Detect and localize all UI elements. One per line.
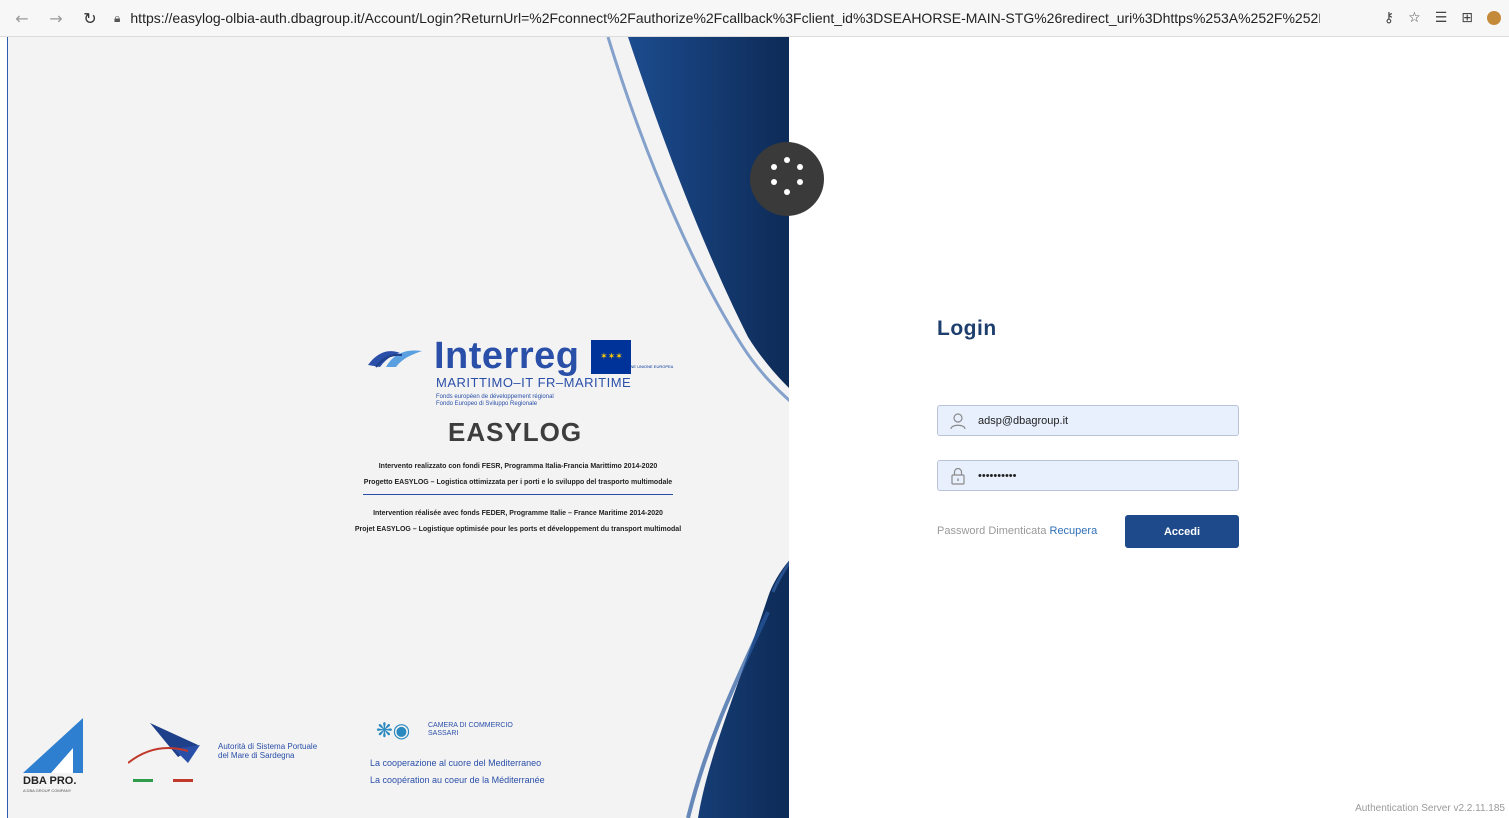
- login-title: Login: [937, 317, 997, 340]
- project-line-fr-2: Projet EASYLOG – Logistique optimisée po…: [354, 526, 682, 533]
- collections-icon[interactable]: ⊞: [1461, 10, 1473, 26]
- cooperation-it: La cooperazione al cuore del Mediterrane…: [370, 758, 542, 768]
- project-line-it-2: Progetto EASYLOG – Logistica ottimizzata…: [363, 479, 673, 486]
- forgot-password-text: Password Dimenticata: [937, 525, 1047, 537]
- dba-logo-icon: [23, 718, 83, 773]
- password-input[interactable]: [978, 469, 1228, 482]
- browser-toolbar: ← → ↻ 🔒︎ https://easylog-olbia-auth.dbag…: [0, 0, 1509, 37]
- url-text[interactable]: https://easylog-olbia-auth.dbagroup.it/A…: [130, 10, 1320, 26]
- project-line-fr-1: Intervention réalisée avec fonds FEDER, …: [373, 510, 663, 517]
- back-icon[interactable]: ←: [10, 6, 34, 30]
- login-page: Interreg ✶✶✶ UNION EUROPÉENNE UNIONE EUR…: [0, 37, 1509, 818]
- spinner-dot: [771, 164, 777, 170]
- chamber-line2: SASSARI: [428, 730, 459, 737]
- password-field[interactable]: [937, 460, 1239, 491]
- padlock-icon: [938, 460, 978, 491]
- fund-it: Fondo Europeo di Sviluppo Regionale: [436, 401, 538, 407]
- chamber-line1: CAMERA DI COMMERCIO: [428, 722, 513, 729]
- interreg-swoosh-icon: [368, 350, 422, 368]
- profile-avatar[interactable]: [1487, 11, 1501, 25]
- favorites-icon[interactable]: ☰: [1435, 10, 1448, 26]
- programme-name: MARITTIMO–IT FR–MARITIME: [436, 375, 632, 390]
- fund-text: Fonds européen de développement régional…: [436, 394, 554, 408]
- user-icon: [938, 405, 978, 436]
- version-label: Authentication Server v2.2.11.185: [1355, 803, 1505, 814]
- spinner-dot: [784, 157, 790, 163]
- easylog-logo: EASYLOG: [448, 417, 583, 447]
- dba-name: DBA PRO.: [23, 775, 77, 787]
- spinner-dot: [784, 189, 790, 195]
- favorite-add-icon[interactable]: ☆: [1408, 10, 1421, 26]
- interreg-logo: Interreg ✶✶✶: [366, 335, 632, 378]
- port-authority-line1: Autorità di Sistema Portuale: [218, 742, 318, 751]
- recover-password-link[interactable]: Recupera: [1050, 525, 1098, 537]
- username-input[interactable]: [978, 414, 1228, 427]
- address-bar[interactable]: 🔒︎ https://easylog-olbia-auth.dbagroup.i…: [114, 4, 1384, 32]
- login-button[interactable]: Accedi: [1125, 515, 1239, 548]
- reload-icon[interactable]: ↻: [78, 6, 102, 30]
- port-authority-line2: del Mare di Sardegna: [218, 751, 295, 760]
- spinner-dot: [797, 179, 803, 185]
- chamber-of-commerce-name: CAMERA DI COMMERCIO SASSARI: [428, 722, 513, 738]
- port-authority-logo-icon: [128, 723, 200, 782]
- project-line-it-1: Intervento realizzato con fondi FESR, Pr…: [378, 463, 658, 470]
- partner-logos: DBA PRO. A DBA GROUP COMPANY Autorità di…: [8, 718, 789, 818]
- chamber-of-commerce-icon: ❋◉: [376, 718, 411, 742]
- loading-spinner: [750, 142, 824, 216]
- forward-icon[interactable]: →: [44, 6, 68, 30]
- interreg-wordmark: Interreg: [434, 335, 580, 377]
- cooperation-fr: La coopération au coeur de la Méditerran…: [370, 775, 545, 785]
- key-icon[interactable]: ⚷: [1384, 10, 1394, 26]
- fund-fr: Fonds européen de développement régional: [436, 394, 554, 400]
- port-authority-name: Autorità di Sistema Portuale del Mare di…: [218, 742, 317, 760]
- wave-graphic: [606, 37, 789, 818]
- dba-subtitle: A DBA GROUP COMPANY: [23, 788, 72, 793]
- spinner-dot: [771, 179, 777, 185]
- lock-icon[interactable]: 🔒︎: [114, 11, 120, 26]
- spinner-dot: [797, 164, 803, 170]
- branding-panel: Interreg ✶✶✶ UNION EUROPÉENNE UNIONE EUR…: [7, 37, 789, 818]
- forgot-password: Password Dimenticata Recupera: [937, 525, 1097, 537]
- divider: [363, 494, 673, 495]
- username-field[interactable]: [937, 405, 1239, 436]
- eu-label: UNION EUROPÉENNE UNIONE EUROPEA: [594, 364, 674, 369]
